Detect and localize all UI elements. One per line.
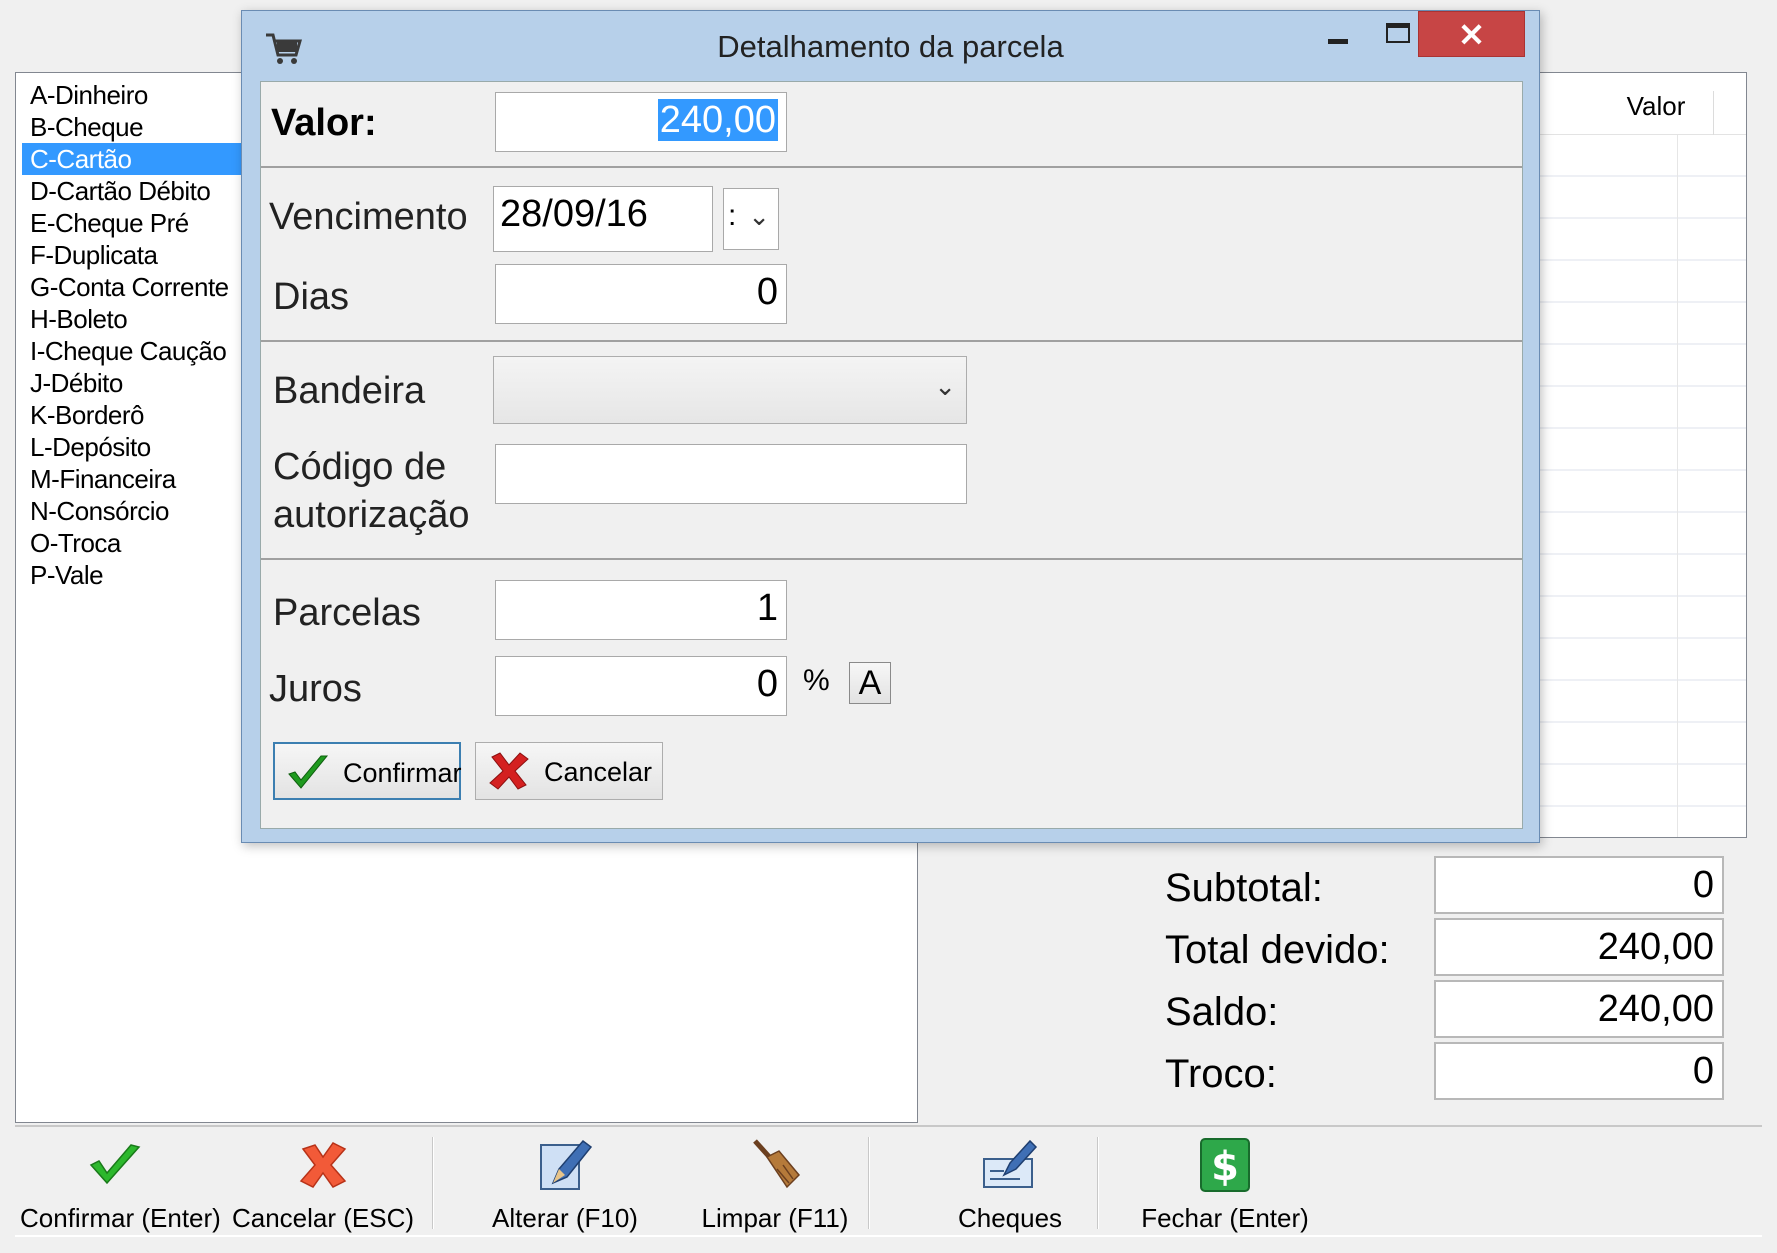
codigo-label-line1: Código de bbox=[273, 446, 447, 488]
vencimento-dropdown-text: : bbox=[728, 199, 737, 232]
payment-method-item[interactable]: E-Cheque Pré bbox=[22, 207, 247, 239]
close-icon: ✕ bbox=[1458, 17, 1485, 53]
bandeira-label: Bandeira bbox=[273, 370, 426, 412]
troco-label: Troco: bbox=[1165, 1052, 1277, 1096]
dialog-titlebar[interactable]: Detalhamento da parcela ✕ bbox=[242, 11, 1539, 81]
svg-text:$: $ bbox=[1211, 1144, 1239, 1190]
valor-input[interactable]: 240,00 bbox=[495, 92, 787, 152]
checkmark-icon bbox=[89, 1144, 141, 1185]
limpar-button[interactable]: Limpar (F11) bbox=[675, 1135, 875, 1233]
limpar-label: Limpar (F11) bbox=[701, 1203, 849, 1233]
fechar-enter-button[interactable]: $ Fechar (Enter) bbox=[1125, 1135, 1325, 1233]
installments-section: Parcelas 1 Juros 0 % A Confirmar Cancela… bbox=[261, 560, 1522, 830]
cancel-esc-label: Cancelar (ESC) bbox=[231, 1203, 415, 1233]
confirm-enter-label: Confirmar (Enter) bbox=[20, 1203, 221, 1233]
valor-selected-text: 240,00 bbox=[657, 99, 778, 141]
parcelas-input[interactable]: 1 bbox=[495, 580, 787, 640]
valor-section: Valor: 240,00 bbox=[261, 82, 1522, 168]
vencimento-label: Vencimento bbox=[269, 196, 468, 238]
column-header-valor[interactable]: Valor bbox=[1599, 91, 1714, 135]
card-section: Bandeira ⌄ Código de autorização bbox=[261, 342, 1522, 560]
bottom-toolbar: Confirmar (Enter) Cancelar (ESC) Alterar… bbox=[15, 1125, 1762, 1237]
saldo-value: 240,00 bbox=[1434, 980, 1724, 1038]
cheques-label: Cheques bbox=[957, 1203, 1063, 1233]
payment-method-item[interactable]: L-Depósito bbox=[22, 431, 247, 463]
maximize-button[interactable] bbox=[1364, 11, 1426, 57]
maximize-icon bbox=[1386, 23, 1410, 43]
payment-method-item[interactable]: B-Cheque bbox=[22, 111, 247, 143]
saldo-label: Saldo: bbox=[1165, 990, 1279, 1034]
bandeira-dropdown[interactable]: ⌄ bbox=[493, 356, 967, 424]
juros-label: Juros bbox=[269, 668, 362, 710]
payment-method-item[interactable]: I-Cheque Caução bbox=[22, 335, 247, 367]
valor-label: Valor: bbox=[271, 102, 377, 144]
parcelas-label: Parcelas bbox=[273, 592, 421, 634]
totals-panel: Subtotal: 0 Total devido: 240,00 Saldo: … bbox=[1165, 856, 1725, 1104]
toolbar-separator bbox=[432, 1137, 434, 1229]
percent-label: % bbox=[803, 664, 830, 697]
cross-icon bbox=[299, 1142, 347, 1188]
a-button[interactable]: A bbox=[849, 662, 891, 704]
vencimento-date-input[interactable]: 28/09/16 bbox=[493, 186, 713, 252]
payment-method-item[interactable]: J-Débito bbox=[22, 367, 247, 399]
grid-column-divider bbox=[1677, 135, 1678, 837]
parcel-detail-dialog: Detalhamento da parcela ✕ Valor: 240,00 … bbox=[241, 10, 1540, 843]
troco-value: 0 bbox=[1434, 1042, 1724, 1100]
vencimento-section: Vencimento 28/09/16 : ⌄ Dias 0 bbox=[261, 168, 1522, 342]
subtotal-label: Subtotal: bbox=[1165, 866, 1323, 910]
fechar-enter-label: Fechar (Enter) bbox=[1141, 1203, 1309, 1233]
toolbar-separator bbox=[868, 1137, 870, 1229]
toolbar-separator bbox=[1097, 1137, 1099, 1229]
cancel-esc-button[interactable]: Cancelar (ESC) bbox=[228, 1135, 418, 1233]
confirm-enter-button[interactable]: Confirmar (Enter) bbox=[20, 1135, 221, 1233]
dias-input[interactable]: 0 bbox=[495, 264, 787, 324]
minimize-button[interactable] bbox=[1302, 11, 1364, 57]
payment-method-item[interactable]: P-Vale bbox=[22, 559, 247, 591]
broom-icon bbox=[753, 1139, 801, 1189]
dias-label: Dias bbox=[273, 276, 350, 318]
payment-method-item[interactable]: F-Duplicata bbox=[22, 239, 247, 271]
payment-method-item[interactable]: G-Conta Corrente bbox=[22, 271, 247, 303]
payment-method-item[interactable]: M-Financeira bbox=[22, 463, 247, 495]
total-devido-label: Total devido: bbox=[1165, 928, 1390, 972]
dialog-cancel-label: Cancelar bbox=[544, 757, 653, 787]
vencimento-dropdown[interactable]: : ⌄ bbox=[723, 188, 779, 250]
checkmark-icon bbox=[288, 755, 329, 789]
payment-method-item[interactable]: N-Consórcio bbox=[22, 495, 247, 527]
subtotal-value: 0 bbox=[1434, 856, 1724, 914]
edit-pencil-icon bbox=[540, 1139, 593, 1190]
dialog-confirm-label: Confirmar bbox=[343, 758, 462, 788]
payment-method-item[interactable]: A-Dinheiro bbox=[22, 79, 247, 111]
alterar-button[interactable]: Alterar (F10) bbox=[465, 1135, 665, 1233]
cross-icon bbox=[489, 752, 529, 790]
juros-input[interactable]: 0 bbox=[495, 656, 787, 716]
payment-method-item[interactable]: D-Cartão Débito bbox=[22, 175, 247, 207]
codigo-autorizacao-input[interactable] bbox=[495, 444, 967, 504]
chevron-down-icon: ⌄ bbox=[748, 201, 770, 231]
dollar-icon: $ bbox=[1200, 1138, 1250, 1192]
payment-method-item[interactable]: C-Cartão bbox=[22, 143, 247, 175]
payment-method-item[interactable]: O-Troca bbox=[22, 527, 247, 559]
minimize-icon bbox=[1328, 39, 1348, 44]
check-document-icon bbox=[983, 1139, 1038, 1188]
payment-method-item[interactable]: H-Boleto bbox=[22, 303, 247, 335]
alterar-label: Alterar (F10) bbox=[492, 1203, 638, 1233]
chevron-down-icon: ⌄ bbox=[934, 371, 956, 401]
close-button[interactable]: ✕ bbox=[1418, 11, 1525, 57]
total-devido-value: 240,00 bbox=[1434, 918, 1724, 976]
dialog-body: Valor: 240,00 Vencimento 28/09/16 : ⌄ Di… bbox=[260, 81, 1523, 829]
payment-method-item[interactable]: K-Borderô bbox=[22, 399, 247, 431]
dialog-cancel-button[interactable]: Cancelar bbox=[475, 742, 663, 800]
cheques-button[interactable]: Cheques bbox=[910, 1135, 1110, 1233]
codigo-label-line2: autorização bbox=[273, 494, 470, 536]
dialog-confirm-button[interactable]: Confirmar bbox=[273, 742, 462, 800]
